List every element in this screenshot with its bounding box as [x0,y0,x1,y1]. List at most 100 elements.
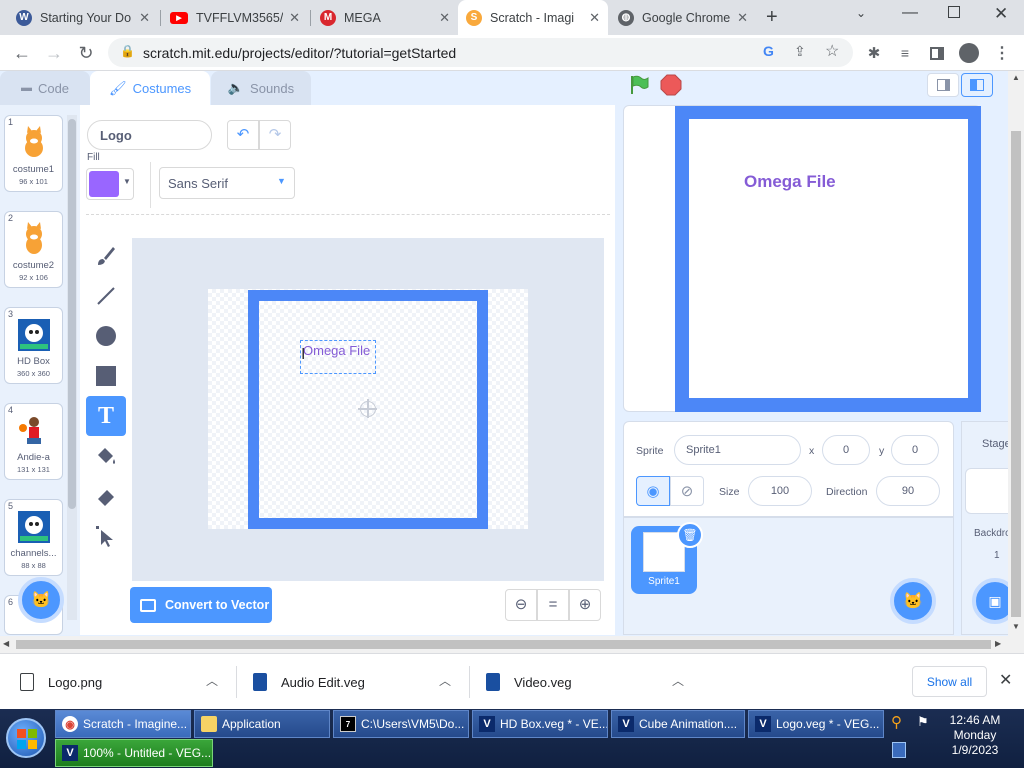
download-item[interactable]: Audio Edit.veg ︿ [253,654,458,710]
new-tab-button[interactable]: + [766,6,778,29]
tab-sounds[interactable]: 🔈 Sounds [211,71,311,105]
choose-sprite-button[interactable]: 🐱 [890,578,936,624]
zoom-out-button[interactable]: ⊖ [505,589,537,621]
google-icon[interactable]: G [763,43,774,59]
reshape-tool[interactable] [86,516,126,556]
stage[interactable]: Omega File [623,105,981,412]
close-icon[interactable]: ✕ [439,10,450,26]
costume-list: 1 costume1 96 x 101 2 costume2 92 x 106 … [0,105,80,635]
eraser-tool[interactable] [86,476,126,516]
normal-stage-button[interactable] [961,73,993,97]
fill-color-picker[interactable]: ▼ [86,168,134,200]
address-bar[interactable]: 🔒 scratch.mit.edu/projects/editor/?tutor… [108,38,853,67]
taskbar-button[interactable]: Application [194,710,330,738]
side-panel-icon[interactable] [925,41,949,65]
hide-sprite-button[interactable]: ⊘ [670,476,704,506]
eye-off-icon: ⊘ [680,483,694,500]
zoom-reset-button[interactable]: = [537,589,569,621]
profile-avatar[interactable] [957,41,981,65]
taskbar-button[interactable]: V HD Box.veg * - VE... [472,710,608,738]
taskbar-label: 100% - Untitled - VEG... [83,746,212,760]
delete-sprite-button[interactable]: 🗑 [677,522,703,548]
flag-icon[interactable]: ⚑ [917,714,929,730]
x-input[interactable]: 0 [822,435,870,465]
sprite-name-value: Sprite1 [686,444,721,456]
chevron-up-icon[interactable]: ︿ [206,672,218,689]
costume-item[interactable]: 4 Andie-a 131 x 131 [4,403,63,480]
back-icon[interactable]: ← [10,41,34,65]
fill-tool[interactable] [86,436,126,476]
costume-name-input[interactable]: Logo [87,120,212,150]
taskbar-button[interactable]: V Cube Animation.... [611,710,745,738]
restore-button[interactable] [948,6,960,18]
system-clock[interactable]: 12:46 AM Monday 1/9/2023 [935,713,1015,758]
tab-code[interactable]: ▬ Code [0,71,90,105]
line-tool[interactable] [86,276,126,316]
close-icon[interactable]: ✕ [737,10,748,26]
bookmark-star-icon[interactable]: ☆ [825,41,839,61]
page-horizontal-scrollbar[interactable]: ◀ ▶ [0,636,1024,653]
direction-input[interactable]: 90 [876,476,940,506]
choose-costume-button[interactable]: 🐱 [18,577,64,623]
search-icon[interactable]: ⚲ [891,713,902,731]
costume-list-scrollbar[interactable] [67,115,77,620]
sprite-name-input[interactable]: Sprite1 [674,435,801,465]
download-item[interactable]: Logo.png ︿ [20,654,225,710]
size-label: Size [719,486,740,498]
channels-thumbnail [18,511,50,543]
taskbar-button[interactable]: ◉ Scratch - Imagine... [55,710,191,738]
costume-item[interactable]: 2 costume2 92 x 106 [4,211,63,288]
page-vertical-scrollbar[interactable]: ▲ ▼ [1008,71,1024,636]
taskbar-button[interactable]: 7 C:\Users\VM5\Do... [333,710,469,738]
stage-thumbnail[interactable] [965,468,1013,514]
browser-tab[interactable]: ▶ TVFFLVM3565/V ✕ [162,0,308,35]
tab-search-icon[interactable]: ⌄ [856,6,866,20]
redo-button[interactable]: ↷ [259,120,291,150]
cat-icon [26,222,42,254]
show-sprite-button[interactable]: ◉ [636,476,670,506]
forward-icon[interactable]: → [42,41,66,65]
share-icon[interactable]: ⇪ [794,43,806,60]
rectangle-tool[interactable] [86,356,126,396]
minimize-button[interactable]: — [902,4,918,22]
y-input[interactable]: 0 [891,435,939,465]
costume-item[interactable]: 3 HD Box 360 x 360 [4,307,63,384]
text-tool[interactable]: T [86,396,126,436]
close-downloads-icon[interactable]: ✕ [999,670,1012,690]
show-all-button[interactable]: Show all [912,666,987,697]
close-window-button[interactable]: ✕ [994,4,1008,24]
tab-costumes[interactable]: 🖌 Costumes [90,71,210,105]
undo-button[interactable]: ↶ [227,120,259,150]
close-icon[interactable]: ✕ [289,10,300,26]
chrome-menu-icon[interactable]: ⋮ [990,41,1014,65]
costume-item[interactable]: 1 costume1 96 x 101 [4,115,63,192]
taskbar-button[interactable]: V 100% - Untitled - VEG... [55,739,213,767]
zoom-in-button[interactable]: ⊕ [569,589,601,621]
stop-icon[interactable] [660,74,682,96]
close-icon[interactable]: ✕ [139,10,150,26]
circle-tool[interactable] [86,316,126,356]
sprite-label: Sprite [636,445,664,457]
browser-tab[interactable]: ◍ Google Chrome ✕ [610,0,756,35]
taskbar-button[interactable]: V Logo.veg * - VEG... [748,710,884,738]
download-item[interactable]: Video.veg ︿ [486,654,691,710]
network-icon[interactable] [892,742,906,758]
reload-icon[interactable]: ↻ [74,41,98,65]
extensions-icon[interactable]: ✱ [862,41,886,65]
costume-item[interactable]: 5 channels... 88 x 88 [4,499,63,576]
browser-tab[interactable]: M MEGA ✕ [312,0,458,35]
text-box-selection[interactable]: Omega File [300,340,376,374]
start-button[interactable] [6,718,46,758]
font-dropdown[interactable]: Sans Serif ▼ [159,167,295,199]
small-stage-button[interactable] [927,73,959,97]
size-input[interactable]: 100 [748,476,812,506]
chevron-up-icon[interactable]: ︿ [672,672,684,689]
convert-to-vector-button[interactable]: Convert to Vector [130,587,272,623]
chevron-up-icon[interactable]: ︿ [439,672,451,689]
browser-tab-active[interactable]: S Scratch - Imagi ✕ [458,0,608,35]
media-control-icon[interactable]: ≡ [893,41,917,65]
close-icon[interactable]: ✕ [589,10,600,26]
browser-tab[interactable]: W Starting Your Do ✕ [8,0,158,35]
green-flag-icon[interactable] [628,74,650,96]
brush-tool[interactable] [86,236,126,276]
